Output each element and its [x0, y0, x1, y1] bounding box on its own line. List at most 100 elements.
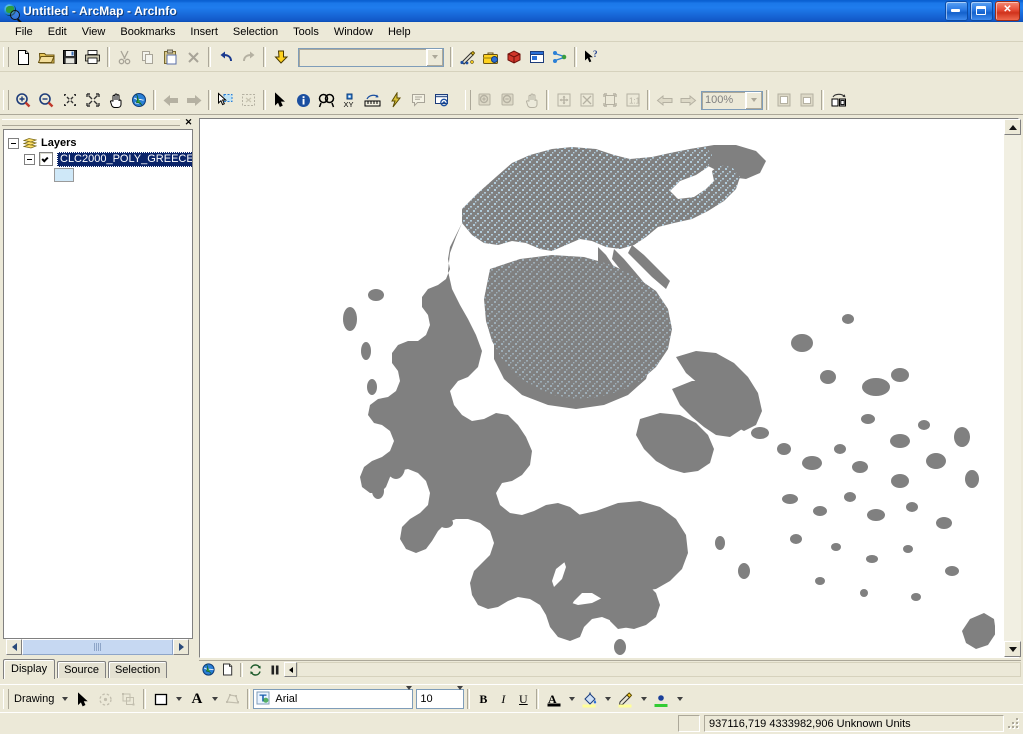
- menu-file[interactable]: File: [8, 24, 40, 40]
- line-color-icon[interactable]: [614, 688, 637, 710]
- hyperlink-icon[interactable]: [384, 89, 407, 111]
- scroll-down-button[interactable]: [1004, 641, 1021, 657]
- font-color-icon[interactable]: A: [542, 688, 565, 710]
- maximize-button[interactable]: [970, 1, 993, 21]
- menu-window[interactable]: Window: [327, 24, 380, 40]
- fixed-zoom-out-icon[interactable]: [81, 89, 104, 111]
- chevron-down-icon[interactable]: [58, 689, 71, 709]
- toolbar-grip[interactable]: [3, 90, 9, 110]
- editor-toolbar-icon[interactable]: [456, 46, 479, 68]
- viewbar-scroll-left-button[interactable]: [284, 662, 297, 677]
- drawing-menu-button[interactable]: Drawing: [12, 693, 58, 705]
- chevron-down-icon[interactable]: [637, 689, 650, 709]
- pause-drawing-icon[interactable]: [266, 662, 283, 678]
- toolbar-grip[interactable]: [3, 47, 9, 67]
- clear-selection-icon[interactable]: [237, 89, 260, 111]
- go-to-xy-icon[interactable]: XY: [338, 89, 361, 111]
- table-of-contents[interactable]: Layers CLC2000_POLY_GREECE: [3, 129, 193, 639]
- model-builder-icon[interactable]: [502, 46, 525, 68]
- toc-drag-handle[interactable]: [2, 119, 180, 126]
- fill-color-icon[interactable]: [578, 688, 601, 710]
- bold-button[interactable]: B: [473, 689, 493, 709]
- redo-icon[interactable]: [237, 46, 260, 68]
- data-view-icon[interactable]: [200, 662, 217, 678]
- chevron-down-icon[interactable]: [457, 686, 464, 708]
- find-icon[interactable]: [315, 89, 338, 111]
- toc-horizontal-scrollbar[interactable]: [6, 639, 189, 655]
- font-name-combo[interactable]: Arial: [253, 686, 414, 709]
- arctoolbox-icon[interactable]: [479, 46, 502, 68]
- scroll-track[interactable]: [1004, 135, 1021, 641]
- scroll-right-button[interactable]: [173, 639, 189, 655]
- menu-help[interactable]: Help: [381, 24, 418, 40]
- chevron-down-icon[interactable]: [172, 689, 185, 709]
- tab-display[interactable]: Display: [3, 659, 56, 679]
- zoom-in-icon[interactable]: [12, 89, 35, 111]
- pan-icon[interactable]: [104, 89, 127, 111]
- menu-selection[interactable]: Selection: [226, 24, 285, 40]
- whats-this-icon[interactable]: ?: [580, 46, 603, 68]
- identify-icon[interactable]: [292, 89, 315, 111]
- scroll-thumb[interactable]: [22, 639, 173, 655]
- select-elements-icon[interactable]: [269, 89, 292, 111]
- paste-icon[interactable]: [159, 46, 182, 68]
- italic-button[interactable]: I: [493, 689, 513, 709]
- chevron-down-icon[interactable]: [208, 689, 221, 709]
- toc-layer-symbol-row[interactable]: [4, 167, 192, 183]
- undo-icon[interactable]: [214, 46, 237, 68]
- previous-extent-icon[interactable]: [159, 89, 182, 111]
- chevron-down-icon[interactable]: [406, 686, 413, 708]
- menu-tools[interactable]: Tools: [286, 24, 326, 40]
- close-button[interactable]: ✕: [995, 1, 1020, 21]
- toc-group-layers[interactable]: Layers: [4, 135, 192, 151]
- font-size-combo[interactable]: 10: [416, 686, 465, 709]
- delete-icon[interactable]: [182, 46, 205, 68]
- new-rectangle-icon[interactable]: [149, 688, 172, 710]
- open-icon[interactable]: [35, 46, 58, 68]
- collapse-icon[interactable]: [8, 137, 19, 149]
- collapse-icon[interactable]: [24, 153, 35, 165]
- marker-color-icon[interactable]: [650, 688, 673, 710]
- scroll-left-button[interactable]: [6, 639, 22, 655]
- toolbar-grip[interactable]: [465, 90, 471, 110]
- new-text-icon[interactable]: A: [185, 688, 208, 710]
- full-extent-icon[interactable]: [127, 89, 150, 111]
- layout-view-icon[interactable]: [219, 662, 236, 678]
- cut-icon[interactable]: [113, 46, 136, 68]
- toc-layer-row[interactable]: CLC2000_POLY_GREECE: [4, 151, 192, 167]
- viewbar-scroll-track[interactable]: [297, 662, 1021, 677]
- catalog-icon[interactable]: [548, 46, 571, 68]
- measure-icon[interactable]: [361, 89, 384, 111]
- next-extent-icon[interactable]: [182, 89, 205, 111]
- select-features-icon[interactable]: [214, 89, 237, 111]
- python-window-icon[interactable]: [525, 46, 548, 68]
- scroll-track[interactable]: [22, 639, 173, 655]
- save-icon[interactable]: [58, 46, 81, 68]
- copy-icon[interactable]: [136, 46, 159, 68]
- scroll-up-button[interactable]: [1004, 119, 1021, 135]
- html-popup-icon[interactable]: [407, 89, 430, 111]
- minimize-button[interactable]: [945, 1, 968, 21]
- chevron-down-icon[interactable]: [426, 48, 443, 66]
- tab-selection[interactable]: Selection: [107, 661, 168, 678]
- chevron-down-icon[interactable]: [601, 689, 614, 709]
- fixed-zoom-in-icon[interactable]: [58, 89, 81, 111]
- underline-button[interactable]: U: [513, 689, 533, 709]
- zoom-out-icon[interactable]: [35, 89, 58, 111]
- new-map-icon[interactable]: [12, 46, 35, 68]
- menu-insert[interactable]: Insert: [183, 24, 225, 40]
- menu-bookmarks[interactable]: Bookmarks: [113, 24, 182, 40]
- layer-visibility-checkbox[interactable]: [39, 152, 53, 166]
- layer-symbol-swatch[interactable]: [54, 168, 74, 182]
- map-vertical-scrollbar[interactable]: [1004, 119, 1021, 657]
- chevron-down-icon[interactable]: [673, 689, 686, 709]
- map-scale-combo[interactable]: [298, 47, 444, 67]
- tab-source[interactable]: Source: [57, 661, 106, 678]
- map-canvas[interactable]: [200, 119, 995, 657]
- print-icon[interactable]: [81, 46, 104, 68]
- create-viewer-window-icon[interactable]: [430, 89, 453, 111]
- menu-edit[interactable]: Edit: [41, 24, 74, 40]
- toc-close-icon[interactable]: ✕: [183, 117, 194, 128]
- menu-view[interactable]: View: [75, 24, 113, 40]
- add-data-icon[interactable]: [269, 46, 292, 68]
